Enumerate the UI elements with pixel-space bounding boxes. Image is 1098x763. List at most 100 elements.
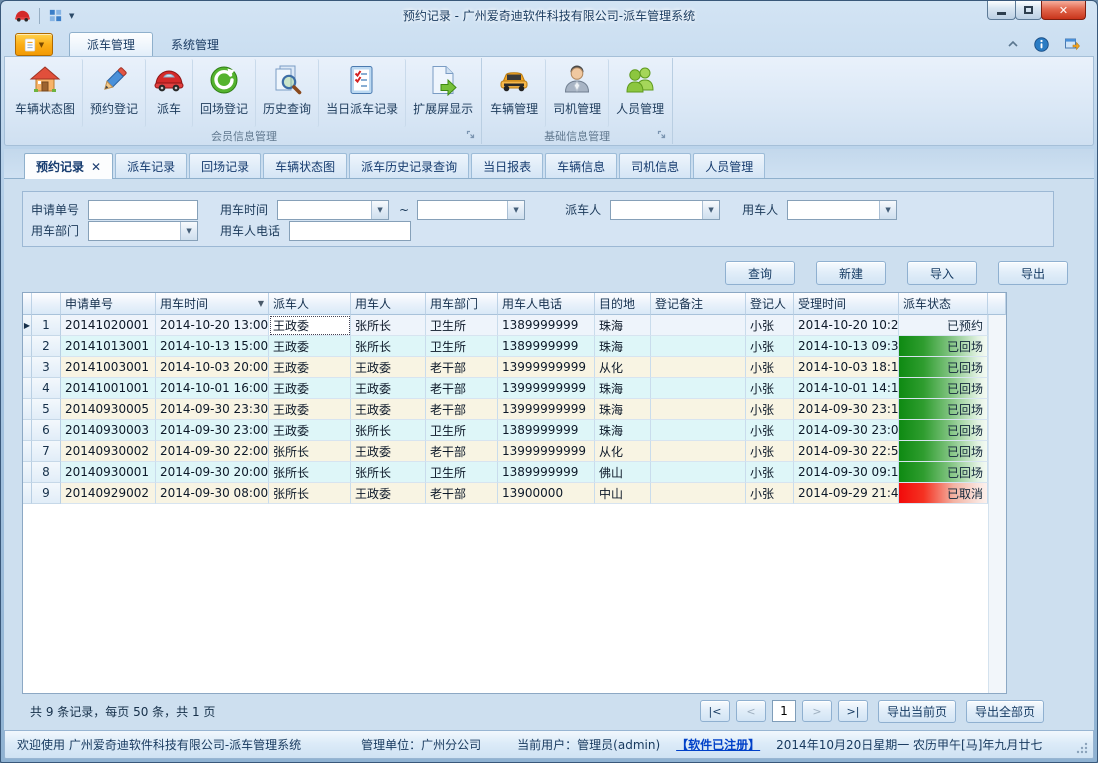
table-cell[interactable]: 1389999999 <box>498 420 595 441</box>
table-row[interactable]: 2201410130012014-10-13 15:00王政委张所长卫生所138… <box>23 336 1006 357</box>
column-header[interactable]: 用车人 <box>351 293 426 315</box>
table-cell[interactable]: 小张 <box>746 378 794 399</box>
column-header[interactable]: 登记备注 <box>651 293 746 315</box>
table-cell[interactable]: 小张 <box>746 336 794 357</box>
ribbon-button[interactable]: 扩展屏显示 <box>406 59 480 127</box>
document-tab[interactable]: 车辆信息 <box>545 153 617 178</box>
table-cell[interactable]: 13999999999 <box>498 357 595 378</box>
table-cell[interactable] <box>651 336 746 357</box>
table-cell[interactable]: 珠海 <box>595 315 651 336</box>
table-cell[interactable]: 20141003001 <box>61 357 156 378</box>
column-header[interactable]: 用车人电话 <box>498 293 595 315</box>
column-header[interactable]: 派车人 <box>269 293 351 315</box>
table-cell[interactable]: 2014-10-03 20:00 <box>156 357 269 378</box>
status-cell[interactable]: 已回场 <box>899 420 988 441</box>
table-cell[interactable] <box>651 315 746 336</box>
column-header[interactable]: 用车时间▼ <box>156 293 269 315</box>
table-cell[interactable]: 卫生所 <box>426 462 498 483</box>
maximize-button[interactable] <box>1015 1 1042 20</box>
status-cell[interactable]: 已回场 <box>899 357 988 378</box>
table-cell[interactable]: 1389999999 <box>498 315 595 336</box>
table-cell[interactable] <box>651 420 746 441</box>
table-cell[interactable]: 13999999999 <box>498 441 595 462</box>
status-cell[interactable]: 已回场 <box>899 378 988 399</box>
table-cell[interactable]: 小张 <box>746 420 794 441</box>
quick-access-layout-icon[interactable] <box>48 8 63 23</box>
table-cell[interactable]: 珠海 <box>595 399 651 420</box>
ribbon-button[interactable]: 回场登记 <box>193 59 256 127</box>
table-cell[interactable] <box>651 441 746 462</box>
table-cell[interactable]: 老干部 <box>426 399 498 420</box>
table-cell[interactable] <box>651 378 746 399</box>
document-tab[interactable]: 当日报表 <box>471 153 543 178</box>
ribbon-button[interactable]: 预约登记 <box>83 59 146 127</box>
ribbon-button[interactable]: 派车 <box>146 59 193 127</box>
column-header[interactable]: 申请单号 <box>61 293 156 315</box>
table-cell[interactable]: 2014-09-30 23:05 <box>794 420 899 441</box>
table-cell[interactable]: 20140930001 <box>61 462 156 483</box>
last-page-button[interactable]: >| <box>838 700 868 722</box>
table-cell[interactable]: 珠海 <box>595 420 651 441</box>
ribbon-button[interactable]: 历史查询 <box>256 59 319 127</box>
table-cell[interactable]: 珠海 <box>595 336 651 357</box>
import-button[interactable]: 导入 <box>907 261 977 285</box>
use-time-from-combo-input[interactable] <box>278 201 371 219</box>
table-cell[interactable]: 20140929002 <box>61 483 156 504</box>
dialog-launcher-icon[interactable] <box>466 130 477 141</box>
use-department-combo-input[interactable] <box>89 222 180 240</box>
status-cell[interactable]: 已回场 <box>899 399 988 420</box>
car-user-combo-input[interactable] <box>788 201 879 219</box>
table-cell[interactable]: 张所长 <box>351 336 426 357</box>
chevron-down-icon[interactable]: ▼ <box>371 201 388 219</box>
table-cell[interactable]: 王政委 <box>269 336 351 357</box>
table-cell[interactable]: 2014-10-03 18:11 <box>794 357 899 378</box>
table-cell[interactable]: 王政委 <box>269 357 351 378</box>
table-cell[interactable]: 王政委 <box>351 483 426 504</box>
table-cell[interactable]: 1389999999 <box>498 336 595 357</box>
table-cell[interactable]: 2014-09-30 22:00 <box>156 441 269 462</box>
table-cell[interactable]: 从化 <box>595 357 651 378</box>
table-cell[interactable]: 20141020001 <box>61 315 156 336</box>
table-cell[interactable]: 小张 <box>746 462 794 483</box>
table-cell[interactable]: 张所长 <box>351 462 426 483</box>
table-cell[interactable]: 中山 <box>595 483 651 504</box>
table-cell[interactable]: 张所长 <box>269 483 351 504</box>
table-cell[interactable]: 小张 <box>746 441 794 462</box>
use-time-to-combo[interactable]: ▼ <box>417 200 525 220</box>
table-cell[interactable]: 小张 <box>746 483 794 504</box>
column-header[interactable]: 登记人 <box>746 293 794 315</box>
table-cell[interactable]: 20140930002 <box>61 441 156 462</box>
table-row[interactable]: 8201409300012014-09-30 20:00张所长张所长卫生所138… <box>23 462 1006 483</box>
table-cell[interactable]: 张所长 <box>269 462 351 483</box>
table-row[interactable]: 6201409300032014-09-30 23:00王政委张所长卫生所138… <box>23 420 1006 441</box>
vertical-scrollbar[interactable] <box>988 315 1006 693</box>
document-tab[interactable]: 派车历史记录查询 <box>349 153 469 178</box>
table-row[interactable]: ▶1201410200012014-10-20 13:00王政委张所长卫生所13… <box>23 315 1006 336</box>
table-cell[interactable]: 20140930005 <box>61 399 156 420</box>
apply-no-input[interactable] <box>88 200 198 220</box>
table-cell[interactable]: 卫生所 <box>426 315 498 336</box>
table-cell[interactable]: 2014-10-13 09:34 <box>794 336 899 357</box>
resize-grip[interactable] <box>1076 742 1088 754</box>
next-page-button[interactable]: > <box>802 700 832 722</box>
table-row[interactable]: 7201409300022014-09-30 22:00张所长王政委老干部139… <box>23 441 1006 462</box>
document-tab[interactable]: 人员管理 <box>693 153 765 178</box>
minimize-button[interactable] <box>987 1 1016 20</box>
table-cell[interactable]: 从化 <box>595 441 651 462</box>
document-tab[interactable]: 派车记录 <box>115 153 187 178</box>
table-cell[interactable]: 13999999999 <box>498 399 595 420</box>
table-cell[interactable]: 王政委 <box>351 357 426 378</box>
dispatcher-combo-input[interactable] <box>611 201 702 219</box>
table-cell[interactable]: 2014-09-30 23:00 <box>156 420 269 441</box>
document-tab[interactable]: 预约记录✕ <box>24 153 113 179</box>
previous-page-button[interactable]: < <box>736 700 766 722</box>
ribbon-tab[interactable]: 派车管理 <box>69 32 153 56</box>
table-cell[interactable] <box>651 399 746 420</box>
document-tab[interactable]: 车辆状态图 <box>263 153 347 178</box>
chevron-down-icon[interactable]: ▼ <box>702 201 719 219</box>
export-button[interactable]: 导出 <box>998 261 1068 285</box>
table-cell[interactable]: 2014-09-30 23:30 <box>156 399 269 420</box>
table-cell[interactable]: 张所长 <box>269 441 351 462</box>
column-header[interactable]: 用车部门 <box>426 293 498 315</box>
use-department-combo[interactable]: ▼ <box>88 221 198 241</box>
